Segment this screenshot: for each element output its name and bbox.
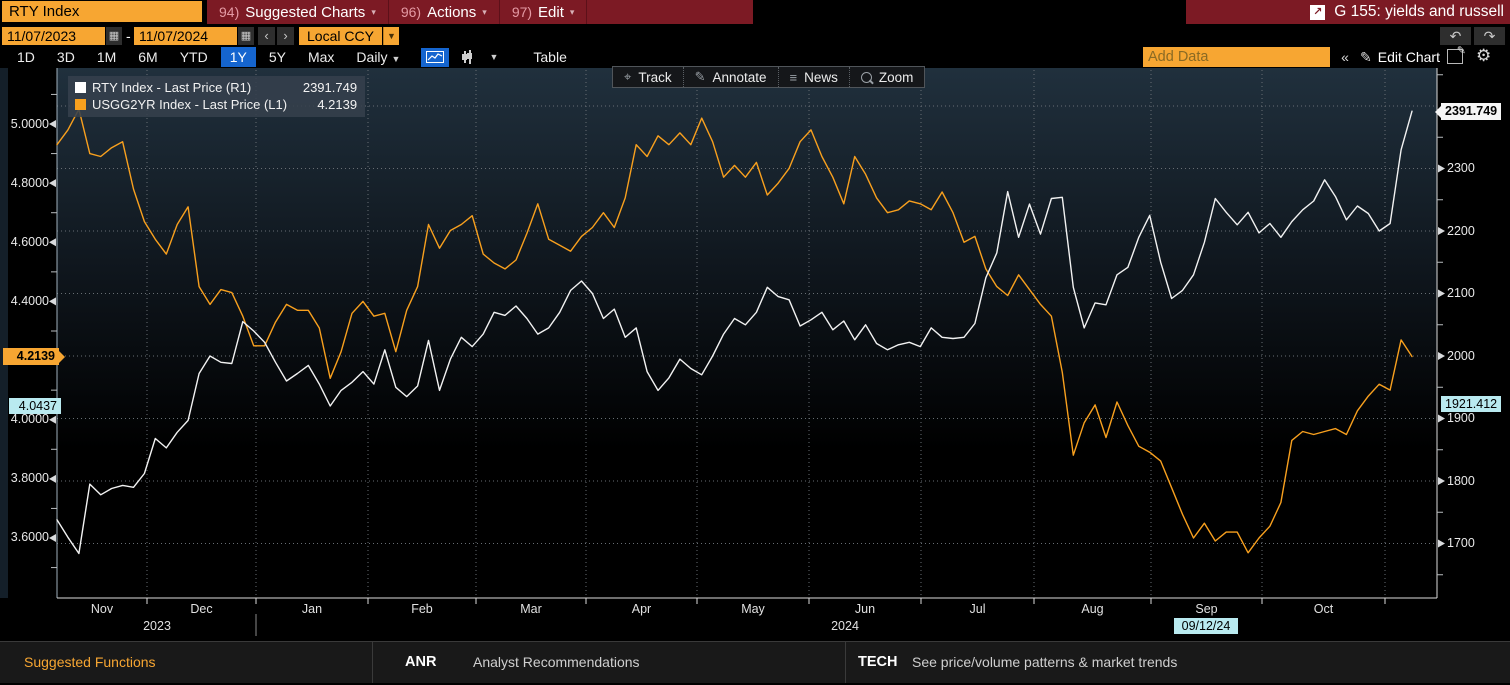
tool-label: News [804,70,838,85]
tool-label: Track [638,70,671,85]
divider [372,642,373,683]
tool-label: Annotate [712,70,766,85]
legend-swatch [75,99,86,110]
track-button[interactable]: ⌖ Track [613,67,684,87]
footer-function-code[interactable]: TECH [858,642,897,683]
chart-legend[interactable]: RTY Index - Last Price (R1)2391.749USGG2… [68,76,365,117]
legend-swatch [75,82,86,93]
annotate-icon: ✎ [695,69,706,85]
zoom-button[interactable]: Zoom [850,67,925,87]
news-button[interactable]: ≡ News [779,67,850,87]
track-icon: ⌖ [624,69,631,85]
footer-function-code[interactable]: ANR [405,642,436,683]
chart-tools: ⌖ Track ✎ Annotate ≡ News Zoom [612,66,925,88]
legend-value: 2391.749 [297,80,357,95]
footer-function-desc: See price/volume patterns & market trend… [912,642,1177,683]
legend-row: RTY Index - Last Price (R1) 2391.749 [75,79,357,96]
legend-value: 4.2139 [297,97,357,112]
magnifier-icon [861,72,872,83]
chart-region: RTY Index - Last Price (R1)2391.749USGG2… [0,0,1510,685]
annotate-button[interactable]: ✎ Annotate [684,67,779,87]
bloomberg-chart-window: RTY Index 94)Suggested Charts▾96)Actions… [0,0,1510,685]
suggested-functions-label: Suggested Functions [24,642,156,683]
suggested-functions-bar: Suggested Functions ANR Analyst Recommend… [0,641,1510,683]
legend-label: USGG2YR Index - Last Price (L1) [92,97,287,112]
legend-label: RTY Index - Last Price (R1) [92,80,251,95]
tool-label: Zoom [879,70,914,85]
footer-function-desc: Analyst Recommendations [473,642,640,683]
news-icon: ≡ [790,70,798,85]
legend-row: USGG2YR Index - Last Price (L1) 4.2139 [75,96,357,113]
divider [845,642,846,683]
